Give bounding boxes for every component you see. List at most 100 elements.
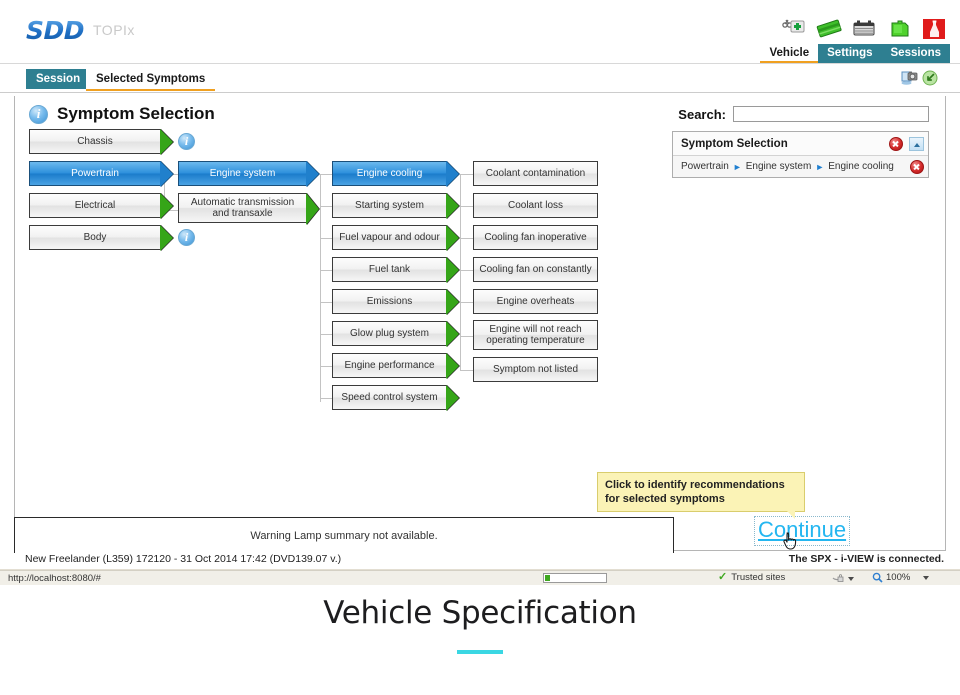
tree-node-speed-control-system[interactable]: Speed control system	[332, 385, 459, 411]
tree-node-label: Fuel vapour and odour	[339, 232, 440, 243]
caption-title: Vehicle Specification	[323, 595, 637, 631]
continue-button[interactable]: Continue	[754, 516, 851, 546]
breadcrumb-item-component[interactable]: Engine cooling	[828, 161, 894, 172]
node-arrow-icon	[306, 193, 319, 225]
tree-node-engine-performance[interactable]: Engine performance	[332, 353, 459, 379]
tabbar-icon-group	[900, 69, 938, 91]
battery-icon[interactable]	[850, 14, 878, 42]
node-arrow-icon	[446, 161, 459, 187]
chevron-down-icon[interactable]	[923, 575, 930, 580]
tab-selected-symptoms[interactable]: Selected Symptoms	[86, 69, 216, 91]
tree-node-fuel-tank[interactable]: Fuel tank	[332, 257, 459, 283]
tree-node-label: Engine will not reach operating temperat…	[486, 324, 585, 346]
topnav-item-settings[interactable]: Settings	[818, 44, 882, 63]
tree-node-label: Coolant loss	[507, 200, 564, 211]
session-tab-bar: Session Selected Symptoms	[0, 64, 960, 93]
sdd-logo: SDD	[26, 16, 85, 45]
protected-mode-indicator[interactable]	[832, 573, 854, 584]
info-icon-chassis[interactable]	[178, 133, 195, 150]
tree-node-engine-cooling[interactable]: Engine cooling	[332, 161, 459, 187]
tree-node-engine-system[interactable]: Engine system	[178, 161, 319, 187]
tree-node-fuel-vapour-and-odour[interactable]: Fuel vapour and odour	[332, 225, 459, 251]
close-icon[interactable]	[889, 136, 903, 151]
tree-node-emissions[interactable]: Emissions	[332, 289, 459, 315]
selection-panel-title: Symptom Selection	[681, 137, 788, 150]
recommendations-tooltip: Click to identify recommendations for se…	[597, 472, 805, 519]
zoom-magnifier-icon	[872, 572, 883, 583]
tree-node-label: Engine performance	[344, 360, 435, 371]
chevron-down-icon[interactable]	[848, 576, 854, 581]
tree-node-coolant-loss[interactable]: Coolant loss	[473, 193, 598, 218]
info-icon	[29, 104, 48, 124]
page-title: Symptom Selection	[57, 104, 215, 123]
connection-status-text: The SPX - i-VIEW is connected.	[788, 553, 944, 565]
security-zone-indicator[interactable]: ✓ Trusted sites	[718, 571, 786, 584]
tree-node-label: Speed control system	[341, 392, 438, 403]
connector	[320, 174, 321, 402]
connector	[460, 174, 473, 175]
node-arrow-icon	[306, 161, 319, 187]
header-icon-strip	[780, 12, 948, 42]
tree-node-label: Coolant contamination	[485, 168, 586, 179]
tree-node-automatic-transmission-and-transaxle[interactable]: Automatic transmission and transaxle	[178, 193, 319, 225]
vehicle-info-strip: New Freelander (L359) 172120 - 31 Oct 20…	[14, 553, 946, 568]
check-icon: ✓	[718, 571, 728, 583]
topnav-item-vehicle[interactable]: Vehicle	[760, 44, 819, 63]
tree-node-engine-will-not-reach-operating-temperature[interactable]: Engine will not reach operating temperat…	[473, 320, 598, 350]
connector	[460, 370, 473, 371]
zoom-control[interactable]: 100%	[872, 572, 930, 583]
chevron-up-icon[interactable]	[909, 136, 924, 151]
green-card-icon[interactable]	[815, 14, 843, 42]
vehicle-info-text: New Freelander (L359) 172120 - 31 Oct 20…	[25, 553, 342, 565]
diagnostics-kit-icon[interactable]	[780, 14, 808, 42]
connector	[460, 302, 473, 303]
tree-node-starting-system[interactable]: Starting system	[332, 193, 459, 219]
tree-node-chassis[interactable]: Chassis	[29, 129, 173, 155]
tree-node-label: Fuel tank	[368, 264, 411, 275]
topnav-item-sessions[interactable]: Sessions	[881, 44, 950, 63]
node-arrow-icon	[446, 225, 459, 251]
search-label: Search:	[678, 106, 726, 122]
tree-node-cooling-fan-inoperative[interactable]: Cooling fan inoperative	[473, 225, 598, 250]
tree-node-label: Powertrain	[71, 168, 119, 179]
tree-node-engine-overheats[interactable]: Engine overheats	[473, 289, 598, 314]
fuel-can-icon[interactable]	[885, 14, 913, 42]
remove-selection-icon[interactable]	[910, 159, 924, 174]
screenshot-root: SDD TOPIx Vehicle Settings Sessions Sess…	[0, 0, 960, 695]
tree-node-label: Automatic transmission and transaxle	[190, 197, 295, 219]
warning-lamp-text: Warning Lamp summary not available.	[250, 529, 438, 542]
breadcrumb-separator-icon: ►	[732, 161, 742, 172]
screenshot-camera-icon[interactable]	[900, 69, 918, 91]
search-input[interactable]	[733, 106, 929, 122]
tree-node-label: Emissions	[366, 296, 413, 307]
tree-node-glow-plug-system[interactable]: Glow plug system	[332, 321, 459, 347]
tree-node-electrical[interactable]: Electrical	[29, 193, 173, 219]
tab-session[interactable]: Session	[26, 69, 91, 89]
tree-node-label: Engine overheats	[496, 296, 575, 307]
breadcrumb-item-system[interactable]: Powertrain	[681, 161, 729, 172]
connector	[320, 366, 332, 367]
node-arrow-icon	[446, 385, 459, 411]
connector	[460, 174, 461, 370]
trusted-sites-label: Trusted sites	[731, 572, 786, 583]
tree-node-powertrain[interactable]: Powertrain	[29, 161, 173, 187]
fluid-bottle-icon[interactable]	[920, 14, 948, 42]
tree-node-cooling-fan-on-constantly[interactable]: Cooling fan on constantly	[473, 257, 598, 282]
tree-node-body[interactable]: Body	[29, 225, 173, 251]
node-arrow-icon	[160, 129, 173, 155]
refresh-icon[interactable]	[922, 70, 938, 91]
node-arrow-icon	[446, 289, 459, 315]
connector	[460, 206, 473, 207]
node-arrow-icon	[446, 353, 459, 379]
tree-node-coolant-contamination[interactable]: Coolant contamination	[473, 161, 598, 186]
info-icon-body[interactable]	[178, 229, 195, 246]
node-arrow-icon	[446, 257, 459, 283]
page-load-progress	[543, 573, 607, 583]
tree-node-label: Starting system	[355, 200, 424, 211]
symptom-tree: Chassis Powertrain Electrical Body	[15, 124, 655, 434]
tree-node-label: Engine cooling	[356, 168, 423, 179]
tree-node-label: Cooling fan on constantly	[479, 264, 592, 275]
tree-node-symptom-not-listed[interactable]: Symptom not listed	[473, 357, 598, 382]
connector	[320, 206, 332, 207]
breadcrumb-item-subsystem[interactable]: Engine system	[746, 161, 812, 172]
